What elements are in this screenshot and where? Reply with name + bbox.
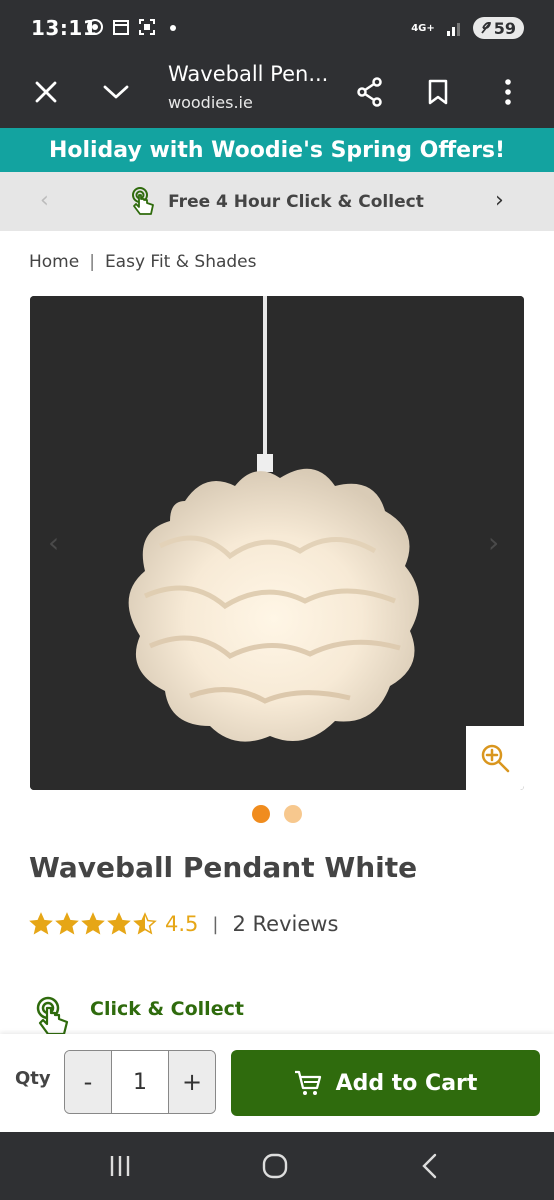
rating-stars bbox=[29, 912, 157, 936]
gallery-dot[interactable] bbox=[284, 805, 302, 823]
more-vert-icon bbox=[505, 79, 511, 105]
breadcrumb-home[interactable]: Home bbox=[29, 252, 79, 272]
tab-title: Waveball Pen... bbox=[168, 62, 329, 86]
star-icon bbox=[29, 912, 53, 935]
back-button[interactable] bbox=[410, 1148, 450, 1184]
close-tab-button[interactable] bbox=[22, 68, 70, 116]
product-image-gallery[interactable]: ‹ › bbox=[30, 296, 524, 790]
rating-separator: | bbox=[212, 913, 219, 935]
zoom-in-icon bbox=[481, 744, 510, 773]
usp-text: Free 4 Hour Click & Collect bbox=[168, 191, 424, 212]
qty-decrease-button[interactable]: - bbox=[65, 1051, 111, 1113]
click-collect-option[interactable]: Click & Collect bbox=[34, 996, 244, 1038]
battery-saver-icon bbox=[481, 22, 491, 34]
add-to-cart-button[interactable]: Add to Cart bbox=[231, 1050, 540, 1116]
share-button[interactable] bbox=[346, 68, 394, 116]
breadcrumb-category[interactable]: Easy Fit & Shades bbox=[105, 252, 257, 272]
recent-apps-icon bbox=[110, 1156, 130, 1176]
breadcrumb-separator: | bbox=[89, 252, 95, 272]
add-to-cart-label: Add to Cart bbox=[335, 1070, 478, 1096]
dot-icon bbox=[170, 25, 176, 31]
more-options-button[interactable] bbox=[484, 68, 532, 116]
share-icon bbox=[357, 77, 382, 107]
qty-increase-button[interactable]: + bbox=[169, 1051, 215, 1113]
minimize-button[interactable] bbox=[92, 68, 140, 116]
chevron-down-icon bbox=[103, 85, 129, 99]
close-icon bbox=[35, 81, 57, 103]
reviews-link[interactable]: 2 Reviews bbox=[232, 912, 338, 936]
breadcrumb: Home | Easy Fit & Shades bbox=[29, 252, 257, 272]
tab-url[interactable]: woodies.ie bbox=[168, 93, 253, 112]
home-icon bbox=[262, 1153, 288, 1179]
bookmark-icon bbox=[428, 79, 448, 105]
click-collect-label: Click & Collect bbox=[90, 998, 244, 1020]
qty-label: Qty bbox=[15, 1068, 51, 1089]
star-icon bbox=[55, 912, 79, 935]
status-right-group: 4G+ 59 bbox=[411, 17, 524, 39]
product-title: Waveball Pendant White bbox=[29, 851, 418, 884]
quantity-stepper: - 1 + bbox=[64, 1050, 216, 1114]
usp-prev-button[interactable]: ‹ bbox=[40, 188, 49, 213]
usp-carousel: ‹ Free 4 Hour Click & Collect › bbox=[0, 172, 554, 231]
usp-next-button[interactable]: › bbox=[495, 188, 504, 213]
home-button[interactable] bbox=[255, 1148, 295, 1184]
rating-value: 4.5 bbox=[165, 912, 199, 936]
calendar-icon bbox=[113, 20, 129, 35]
product-rating: 4.5 | 2 Reviews bbox=[29, 912, 338, 936]
promo-banner[interactable]: Holiday with Woodie's Spring Offers! bbox=[0, 128, 554, 172]
chrome-icon bbox=[87, 19, 103, 35]
star-icon bbox=[107, 912, 131, 935]
star-icon bbox=[81, 912, 105, 935]
bookmark-button[interactable] bbox=[414, 68, 462, 116]
screenshot-icon bbox=[139, 19, 155, 35]
system-nav-bar bbox=[0, 1132, 554, 1200]
back-icon bbox=[422, 1153, 437, 1179]
star-icon bbox=[133, 912, 157, 935]
network-type: 4G+ bbox=[411, 22, 435, 34]
status-notification-icons bbox=[86, 18, 182, 36]
cart-icon bbox=[294, 1070, 321, 1095]
add-to-cart-bar: Qty - 1 + Add to Cart bbox=[0, 1034, 554, 1132]
click-collect-hand-icon bbox=[36, 996, 69, 1036]
gallery-next-button[interactable]: › bbox=[488, 526, 499, 559]
product-image bbox=[30, 296, 524, 790]
click-collect-hand-icon bbox=[132, 186, 155, 215]
status-bar: 13:11 4G+ 59 bbox=[0, 0, 554, 56]
signal-icon bbox=[446, 23, 460, 36]
recent-apps-button[interactable] bbox=[100, 1148, 140, 1184]
qty-input[interactable]: 1 bbox=[111, 1051, 169, 1113]
battery-indicator: 59 bbox=[472, 17, 524, 39]
gallery-pagination bbox=[0, 805, 554, 823]
browser-toolbar: Waveball Pen... woodies.ie bbox=[0, 56, 554, 128]
battery-level: 59 bbox=[493, 18, 516, 38]
zoom-button[interactable] bbox=[466, 726, 524, 790]
gallery-prev-button[interactable]: ‹ bbox=[48, 526, 59, 559]
promo-banner-text: Holiday with Woodie's Spring Offers! bbox=[48, 137, 506, 163]
gallery-dot[interactable] bbox=[252, 805, 270, 823]
